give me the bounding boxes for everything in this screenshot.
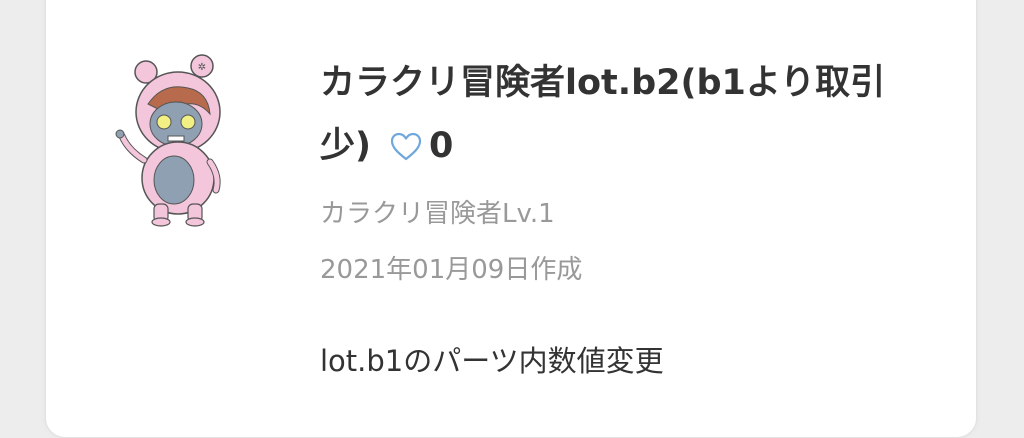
post-title[interactable]: カラクリ冒険者lot.b2(b1より取引少) 0: [320, 52, 930, 178]
like-count: 0: [429, 126, 454, 166]
created-date: 2021年01月09日作成: [320, 255, 583, 285]
heart-outline-icon[interactable]: [389, 130, 423, 164]
svg-text:✲: ✲: [198, 62, 206, 73]
author-name[interactable]: カラクリ冒険者Lv.1: [320, 194, 555, 234]
character-avatar-icon: ✲: [108, 52, 244, 228]
like-button[interactable]: 0: [389, 115, 453, 178]
post-description: lot.b1のパーツ内数値変更: [320, 344, 664, 378]
